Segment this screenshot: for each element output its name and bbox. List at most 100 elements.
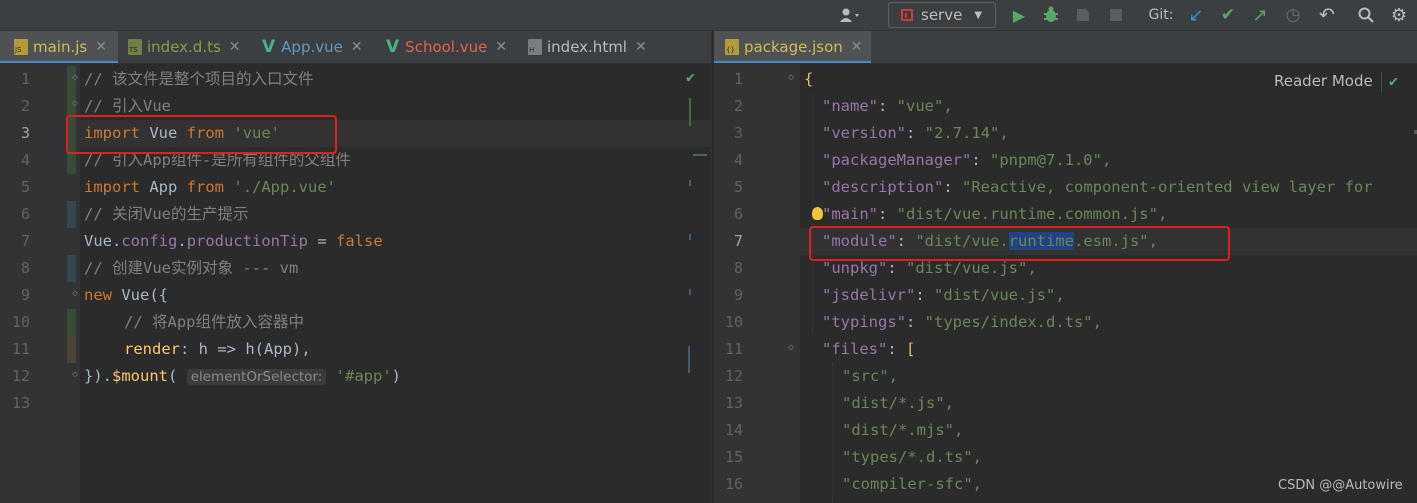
stop-icon[interactable] bbox=[1103, 0, 1129, 30]
tab-label: School.vue bbox=[405, 38, 488, 56]
identifier: Vue bbox=[84, 232, 112, 250]
code-line-12: }).$mount( elementOrSelector: '#app') bbox=[84, 363, 401, 391]
line-number: 8 bbox=[733, 259, 743, 277]
json-line-1: { bbox=[804, 66, 813, 93]
fold-icon[interactable]: ◇ bbox=[72, 369, 78, 380]
main-toolbar: serve ▼ ▶ Git: ↙ ✔ ↗ ◷ ↶ ⚙ bbox=[0, 0, 1417, 31]
right-editor[interactable]: 1 2 3 4 5 6 7 8 9 10 11 12 13 14 15 16 ◇… bbox=[713, 64, 1417, 503]
search-icon[interactable] bbox=[1353, 0, 1379, 30]
line-number: 4 bbox=[733, 151, 743, 169]
json-line-2: "name": "vue", bbox=[822, 97, 953, 115]
right-gutter: 1 2 3 4 5 6 7 8 9 10 11 12 13 14 15 16 ◇… bbox=[713, 64, 800, 503]
close-icon[interactable]: ✕ bbox=[95, 39, 107, 55]
json-key: "version" bbox=[822, 124, 906, 142]
vcs-modified-marker bbox=[67, 201, 76, 228]
json-bracket: [ bbox=[906, 340, 916, 358]
line-number: 16 bbox=[724, 475, 743, 493]
history-icon[interactable]: ◷ bbox=[1281, 0, 1305, 30]
json-value: "2.7.14", bbox=[924, 124, 1009, 142]
fold-icon[interactable]: ◇ bbox=[72, 72, 78, 83]
json-value: "vue", bbox=[896, 97, 953, 115]
annotation-red-box bbox=[809, 226, 1230, 261]
json-key: "typings" bbox=[822, 313, 906, 331]
line-number: 4 bbox=[20, 151, 30, 169]
line-number: 9 bbox=[733, 286, 743, 304]
line-number: 9 bbox=[20, 286, 30, 304]
json-key: "main" bbox=[822, 205, 878, 223]
line-number: 7 bbox=[733, 232, 743, 250]
line-number: 3 bbox=[20, 124, 30, 142]
left-tab-bar: JS main.js ✕ TS index.d.ts ✕ V App.vue ✕… bbox=[0, 31, 711, 64]
keyword: false bbox=[336, 232, 383, 250]
reader-mode-button[interactable]: Reader Mode bbox=[1270, 72, 1377, 90]
json-line-4: "packageManager": "pnpm@7.1.0", bbox=[822, 151, 1112, 169]
split-divider[interactable] bbox=[711, 31, 714, 503]
run-icon[interactable]: ▶ bbox=[1006, 0, 1032, 30]
fold-icon[interactable]: ◇ bbox=[788, 342, 794, 353]
line-number: 10 bbox=[11, 313, 30, 331]
punct: . bbox=[177, 232, 187, 250]
property: productionTip bbox=[186, 232, 309, 250]
git-update-icon[interactable]: ↙ bbox=[1184, 0, 1208, 30]
scroll-marker bbox=[688, 346, 690, 373]
json-file-icon: {} bbox=[725, 39, 739, 55]
fold-icon[interactable]: ◇ bbox=[788, 72, 794, 83]
fold-icon[interactable]: ◇ bbox=[72, 98, 78, 109]
line-number: 12 bbox=[11, 367, 30, 385]
line-number: 3 bbox=[733, 124, 743, 142]
json-value: "dist/vue.js", bbox=[934, 286, 1065, 304]
tab-label: main.js bbox=[33, 38, 88, 56]
indent-guide bbox=[832, 363, 834, 503]
fold-icon[interactable]: ◇ bbox=[72, 288, 78, 299]
string: './App.vue' bbox=[233, 178, 337, 196]
line-number: 13 bbox=[11, 394, 30, 412]
operator: = bbox=[308, 232, 337, 250]
git-commit-icon[interactable]: ✔ bbox=[1216, 0, 1240, 30]
run-config-dropdown[interactable]: serve ▼ bbox=[888, 2, 996, 28]
close-icon[interactable]: ✕ bbox=[351, 39, 363, 55]
code-line-8: // 创建Vue实例对象 --- vm bbox=[84, 255, 298, 282]
user-icon[interactable] bbox=[832, 0, 868, 30]
settings-gear-icon[interactable]: ⚙ bbox=[1386, 0, 1412, 30]
tab-school-vue[interactable]: V School.vue ✕ bbox=[386, 31, 507, 63]
tab-main-js[interactable]: JS main.js ✕ bbox=[14, 31, 107, 63]
scroll-marker bbox=[689, 289, 691, 295]
json-line-16: "compiler-sfc", bbox=[842, 471, 982, 498]
keyword: import bbox=[84, 178, 140, 196]
scroll-marker bbox=[689, 180, 691, 186]
code-line-10: // 将App组件放入容器中 bbox=[124, 309, 304, 336]
close-icon[interactable]: ✕ bbox=[495, 39, 507, 55]
line-number: 2 bbox=[20, 97, 30, 115]
comment: // 关闭Vue的生产提示 bbox=[84, 205, 249, 223]
tab-index-html[interactable]: H index.html ✕ bbox=[528, 31, 647, 63]
left-editor[interactable]: 1 2 3 4 5 6 7 8 9 10 11 12 13 ◇ ◇ ◇ ◇ //… bbox=[0, 64, 711, 503]
keyword: new bbox=[84, 286, 112, 304]
code-line-7: Vue.config.productionTip = false bbox=[84, 228, 383, 255]
coverage-icon[interactable] bbox=[1070, 0, 1096, 30]
scroll-marker bbox=[689, 98, 691, 126]
tab-index-d-ts[interactable]: TS index.d.ts ✕ bbox=[128, 31, 241, 63]
close-icon[interactable]: ✕ bbox=[851, 39, 863, 55]
git-push-icon[interactable]: ↗ bbox=[1248, 0, 1272, 30]
vcs-modified-marker bbox=[67, 336, 76, 363]
watermark-text: CSDN @@Autowire bbox=[1278, 478, 1403, 493]
tab-package-json[interactable]: {} package.json ✕ bbox=[725, 31, 863, 63]
tab-app-vue[interactable]: V App.vue ✕ bbox=[262, 31, 363, 63]
rollback-icon[interactable]: ↶ bbox=[1314, 0, 1340, 30]
json-key: "files" bbox=[822, 340, 888, 358]
inspection-ok-icon: ✔ bbox=[686, 68, 696, 86]
json-value: "compiler-sfc", bbox=[842, 475, 982, 493]
debug-icon[interactable] bbox=[1037, 0, 1065, 30]
close-icon[interactable]: ✕ bbox=[635, 39, 647, 55]
close-icon[interactable]: ✕ bbox=[229, 39, 241, 55]
json-line-14: "dist/*.mjs", bbox=[842, 417, 963, 444]
json-brace: { bbox=[804, 70, 814, 88]
method: render bbox=[124, 340, 180, 358]
scroll-marker bbox=[693, 154, 707, 156]
tab-label: App.vue bbox=[281, 38, 343, 56]
json-key: "unpkg" bbox=[822, 259, 888, 277]
json-line-13: "dist/*.js", bbox=[842, 390, 954, 417]
code-line-9: new Vue({ bbox=[84, 282, 168, 309]
html-file-icon: H bbox=[528, 39, 542, 55]
line-number: 1 bbox=[20, 70, 30, 88]
